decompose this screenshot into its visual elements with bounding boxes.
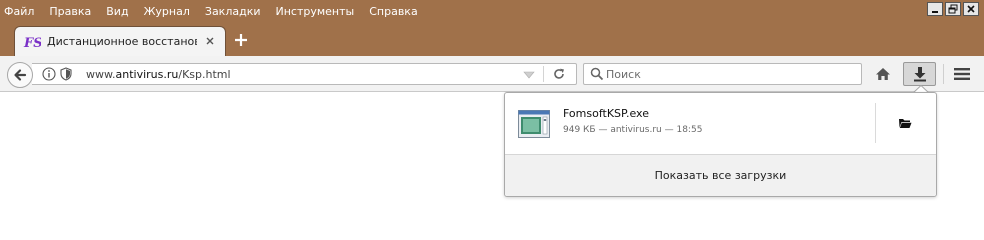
executable-file-icon: [518, 110, 550, 138]
close-icon: [967, 5, 975, 13]
url-text[interactable]: www.antivirus.ru/Ksp.html: [86, 68, 231, 81]
restore-icon: [948, 4, 958, 14]
search-bar[interactable]: [583, 63, 862, 85]
minimize-icon: [932, 11, 938, 13]
url-bar[interactable]: www.antivirus.ru/Ksp.html: [32, 63, 577, 85]
folder-icon: [899, 119, 912, 128]
close-window-button[interactable]: [963, 2, 979, 16]
tab-title: Дистанционное восстановл...: [47, 35, 197, 48]
menu-bar: Файл Правка Вид Журнал Закладки Инструме…: [4, 0, 433, 22]
back-arrow-icon: [14, 69, 27, 81]
home-icon: [876, 68, 890, 80]
favicon-text: FS: [23, 36, 41, 51]
window-controls: [927, 2, 979, 16]
menu-help[interactable]: Справка: [369, 5, 417, 18]
navigation-bar: www.antivirus.ru/Ksp.html: [0, 56, 984, 92]
download-item[interactable]: FomsoftKSP.exe 949 КБ — antivirus.ru — 1…: [505, 93, 936, 153]
download-item-separator: [875, 103, 876, 143]
menu-view[interactable]: Вид: [106, 5, 128, 18]
minimize-button[interactable]: [927, 2, 943, 16]
home-button[interactable]: [872, 64, 894, 84]
menu-edit[interactable]: Правка: [49, 5, 91, 18]
toolbar-separator: [943, 64, 944, 84]
reload-icon[interactable]: [552, 67, 566, 81]
url-separator: [543, 66, 544, 82]
tab-close-icon[interactable]: [203, 34, 217, 48]
downloads-button[interactable]: [903, 62, 936, 86]
downloads-panel: FomsoftKSP.exe 949 КБ — antivirus.ru — 1…: [504, 92, 937, 197]
menu-history[interactable]: Журнал: [144, 5, 190, 18]
search-icon: [590, 67, 604, 81]
url-dropdown-icon[interactable]: [523, 71, 535, 79]
download-file-name: FomsoftKSP.exe: [563, 107, 649, 120]
tab-strip: FS Дистанционное восстановл...: [0, 22, 984, 56]
site-favicon-icon: FS: [23, 36, 41, 51]
download-icon: [913, 67, 926, 82]
new-tab-icon[interactable]: [232, 31, 250, 49]
search-input[interactable]: [606, 66, 856, 82]
menu-tools[interactable]: Инструменты: [276, 5, 355, 18]
title-bar: Файл Правка Вид Журнал Закладки Инструме…: [0, 0, 984, 22]
back-button[interactable]: [7, 62, 33, 88]
show-all-downloads-button[interactable]: Показать все загрузки: [505, 154, 936, 196]
open-containing-folder-button[interactable]: [890, 110, 920, 136]
shield-icon[interactable]: [59, 67, 73, 81]
url-path: /Ksp.html: [178, 68, 231, 81]
menu-file[interactable]: Файл: [4, 5, 34, 18]
download-status: 949 КБ — antivirus.ru — 18:55: [563, 125, 703, 135]
restore-button[interactable]: [945, 2, 961, 16]
menu-bookmarks[interactable]: Закладки: [205, 5, 261, 18]
open-menu-button[interactable]: [951, 63, 973, 85]
show-all-downloads-label: Показать все загрузки: [654, 169, 787, 182]
hamburger-menu-icon: [954, 68, 970, 80]
url-host: antivirus.ru: [115, 68, 179, 81]
info-icon[interactable]: [42, 67, 56, 81]
url-prefix: www.: [86, 68, 116, 81]
tab-active[interactable]: FS Дистанционное восстановл...: [14, 26, 226, 56]
